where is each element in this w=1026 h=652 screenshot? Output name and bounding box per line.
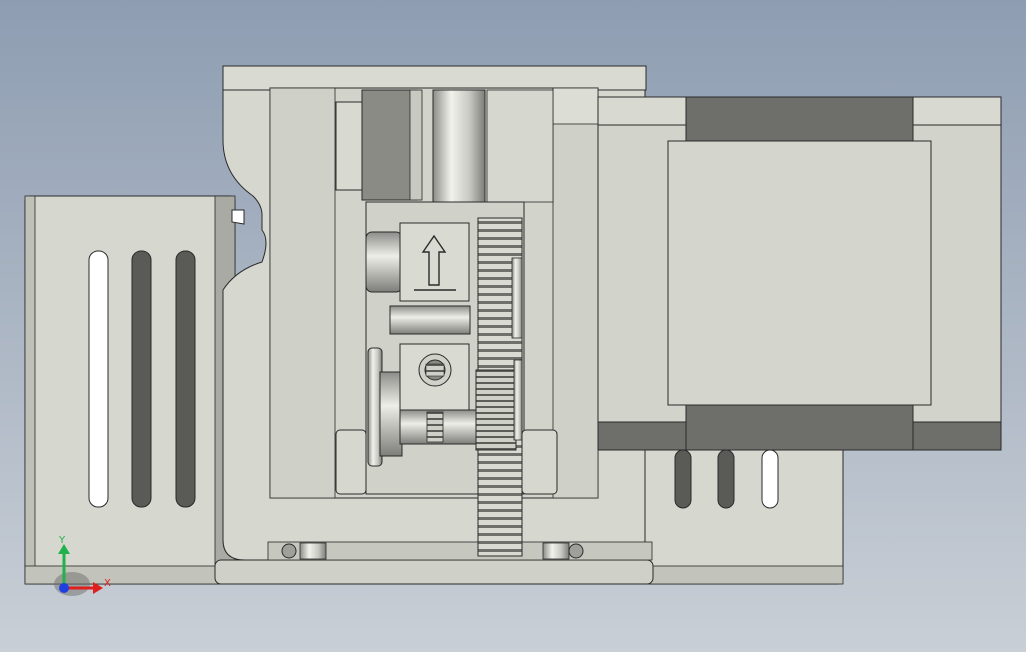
- vent-slot-2: [131, 250, 152, 508]
- vent-slot-3: [175, 250, 196, 508]
- vent-slot-1: [88, 250, 109, 508]
- motor-face: [667, 140, 932, 406]
- vertical-post: [432, 89, 486, 203]
- right-vented-housing[interactable]: [639, 439, 844, 585]
- left-tab: [231, 209, 245, 225]
- stepper-motor[interactable]: [597, 96, 1002, 451]
- cad-canvas[interactable]: Y X: [0, 0, 1026, 652]
- left-vented-housing[interactable]: [24, 195, 236, 585]
- axis-label-y: Y: [58, 535, 66, 546]
- axis-label-x: X: [104, 578, 111, 589]
- cad-viewport[interactable]: Y X: [0, 0, 1026, 652]
